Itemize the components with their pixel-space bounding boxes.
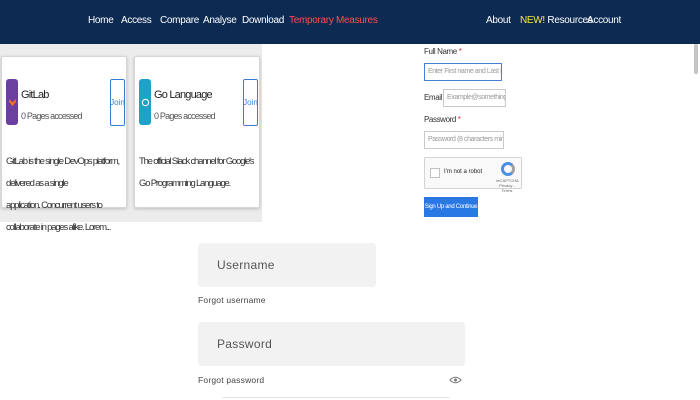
nav-compare[interactable]: Compare (160, 15, 199, 26)
forgot-username-link[interactable]: Forgot username (198, 295, 266, 305)
email-input[interactable]: Example@something.com (443, 89, 506, 107)
nav-download[interactable]: Download (242, 15, 284, 26)
full-name-input[interactable]: Enter First name and Last Name (424, 63, 502, 81)
recaptcha-icon (501, 162, 515, 176)
recaptcha-label: I'm not a robot (444, 169, 483, 175)
nav-home[interactable]: Home (88, 15, 114, 26)
password-input[interactable]: Password (198, 322, 465, 366)
signup-password-input[interactable]: Password (8 characters minimum) (424, 131, 504, 149)
card-subtitle: 0 Pages accessed (154, 111, 216, 121)
divider (222, 397, 450, 398)
card-subtitle: 0 Pages accessed (21, 111, 83, 121)
new-badge: NEW! (520, 15, 545, 26)
full-name-label: Full Name * (424, 47, 462, 56)
sign-up-button[interactable]: Sign Up and Continue (424, 197, 478, 217)
card-title: Go Language (154, 89, 213, 101)
nav-access[interactable]: Access (121, 15, 152, 26)
join-button[interactable]: Join (243, 79, 258, 126)
recaptcha-widget: I'm not a robot reCAPTCHA Privacy - Terms (424, 157, 522, 193)
top-navigation-bar: Home Access Compare Analyse Download Tem… (0, 0, 700, 44)
nav-about[interactable]: About (486, 15, 511, 26)
nav-temporary-measures[interactable]: Temporary Measures (289, 15, 378, 26)
nav-analyse[interactable]: Analyse (203, 15, 237, 26)
forgot-password-link[interactable]: Forgot password (198, 375, 264, 385)
nav-resources[interactable]: NEW! Resources (520, 15, 593, 26)
username-input[interactable]: Username (198, 243, 376, 287)
scrollbar[interactable] (694, 44, 698, 74)
join-button[interactable]: Join (110, 79, 125, 126)
recaptcha-checkbox[interactable] (430, 168, 440, 178)
card-title: GitLab (21, 89, 49, 101)
nav-account[interactable]: Account (587, 15, 621, 26)
nav-resources-label: Resources (547, 15, 593, 26)
gitlab-logo-icon (6, 79, 18, 125)
eye-icon[interactable] (449, 376, 462, 384)
go-logo-icon (139, 79, 151, 125)
password-label: Password * (424, 115, 461, 124)
card-description: The official Slack channel for Google's … (139, 156, 255, 189)
card-description: GitLab is the single DevOps platform, de… (6, 156, 120, 233)
community-card-gitlab[interactable]: GitLab 0 Pages accessed Join GitLab is t… (1, 56, 127, 233)
recaptcha-footer: reCAPTCHA Privacy - Terms (496, 178, 519, 193)
community-card-go[interactable]: Go Language 0 Pages accessed Join The of… (134, 56, 260, 208)
